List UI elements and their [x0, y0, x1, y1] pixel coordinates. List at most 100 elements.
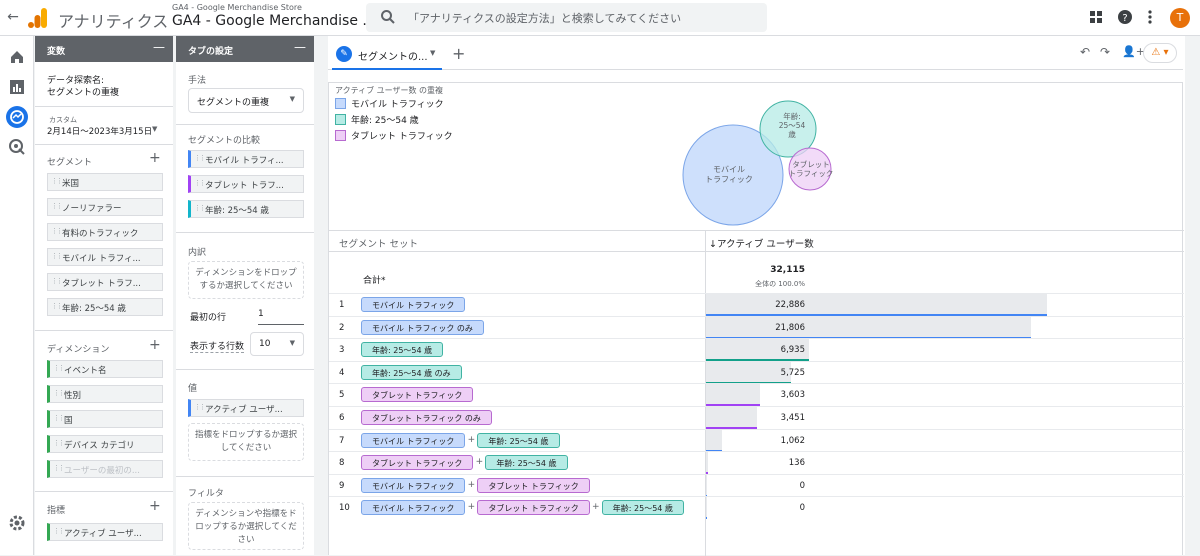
row-number: 6 — [339, 413, 345, 423]
table-row[interactable]: 4 年齢: 25～54 歳 のみ 5,725 — [329, 360, 1184, 384]
explore-icon[interactable] — [6, 106, 28, 128]
add-segment-icon[interactable]: + — [149, 150, 161, 166]
plus-operator: + — [467, 479, 476, 490]
segment-pill[interactable]: タブレット トラフィック — [477, 500, 590, 516]
table-row[interactable]: 8 タブレット トラフィック + 年齢: 25～54 歳 136 — [329, 451, 1184, 475]
dimension-chip[interactable]: イベント名 — [47, 360, 163, 378]
dimension-chip[interactable]: ユーザーの最初の... — [47, 460, 163, 478]
advertising-icon[interactable] — [8, 138, 26, 156]
home-icon[interactable] — [8, 48, 26, 66]
segment-set: モバイル トラフィック + タブレット トラフィック — [361, 477, 590, 494]
table-row[interactable]: 10 モバイル トラフィック + タブレット トラフィック + 年齢: 25～54 歳0 — [329, 496, 1184, 520]
segment-pill[interactable]: 年齢: 25～54 歳 のみ — [361, 364, 462, 380]
analytics-logo-icon[interactable] — [28, 7, 48, 29]
segment-chip[interactable]: 有料のトラフィック — [47, 223, 163, 241]
divider — [35, 144, 173, 145]
more-vert-icon[interactable] — [1142, 9, 1158, 25]
segment-chip[interactable]: ノーリファラー — [47, 198, 163, 216]
table-row[interactable]: 5 タブレット トラフィック 3,603 — [329, 383, 1184, 407]
segment-pill[interactable]: モバイル トラフィック — [361, 432, 466, 448]
show-rows-select[interactable]: 10 ▼ — [250, 332, 304, 356]
active-users-value: 22,886 — [775, 300, 805, 310]
undo-icon[interactable]: ↶ — [1080, 45, 1090, 59]
segment-pill[interactable]: 年齢: 25～54 歳 — [485, 455, 568, 471]
table-row[interactable]: 6 タブレット トラフィック のみ 3,451 — [329, 406, 1184, 429]
segment-pill[interactable]: タブレット トラフィック — [361, 455, 474, 471]
segment-pill[interactable]: タブレット トラフィック — [477, 477, 590, 493]
scrollbar[interactable] — [1185, 36, 1200, 555]
add-icon[interactable]: + — [452, 44, 465, 63]
segment-pill[interactable]: 年齢: 25～54 歳 — [361, 342, 444, 358]
values-drop-zone[interactable]: 指標をドロップするか選択してください — [188, 423, 304, 461]
app-name: アナリティクス — [58, 12, 169, 31]
show-rows-value: 10 — [259, 339, 271, 349]
segment-chip[interactable]: モバイル トラフィ... — [47, 248, 163, 266]
warning-icon[interactable]: ⚠ ▾ — [1143, 43, 1177, 63]
tab-segment-overlap[interactable]: ✎ セグメントの... ▼ — [332, 40, 442, 70]
chevron-down-icon[interactable]: ▼ — [430, 49, 435, 57]
minimize-button[interactable]: — — [294, 40, 306, 54]
venn-label-mobile-2: トラフィック — [705, 175, 753, 184]
technique-select[interactable]: セグメントの重複 ▼ — [188, 88, 304, 113]
avatar[interactable]: T — [1170, 8, 1190, 28]
exploration-name[interactable]: セグメントの重複 — [47, 85, 119, 98]
segment-pill[interactable]: モバイル トラフィック — [361, 477, 466, 493]
search-bar[interactable]: 「アナリティクスの設定方法」と検索してみてください — [366, 3, 767, 32]
column-header-segment[interactable]: セグメント セット — [339, 236, 418, 250]
column-header-active-users[interactable]: ↓アクティブ ユーザー数 — [709, 236, 814, 250]
add-dimension-icon[interactable]: + — [149, 337, 161, 353]
segment-pill[interactable]: タブレット トラフィック — [361, 387, 474, 403]
compare-segment-tablet[interactable]: タブレット トラフ... — [188, 175, 304, 193]
property-selector[interactable]: GA4 - Google Merchandise ... — [172, 13, 376, 29]
share-user-icon[interactable]: 👤+ — [1122, 45, 1145, 58]
segment-pill[interactable]: 年齢: 25～54 歳 — [601, 500, 684, 516]
segment-set: タブレット トラフィック + 年齢: 25～54 歳 — [361, 455, 568, 471]
segment-pill[interactable]: 年齢: 25～54 歳 — [477, 432, 560, 448]
edit-icon[interactable]: ✎ — [336, 46, 352, 62]
table-row[interactable]: 7 モバイル トラフィック + 年齢: 25～54 歳 1,062 — [329, 428, 1184, 452]
help-icon[interactable]: ? — [1117, 9, 1133, 25]
segment-set: モバイル トラフィック — [361, 297, 466, 313]
dimension-chip[interactable]: 性別 — [47, 385, 163, 403]
segment-chip[interactable]: タブレット トラフ... — [47, 273, 163, 291]
segment-pill[interactable]: モバイル トラフィック のみ — [361, 319, 484, 335]
segment-set: 年齢: 25～54 歳 — [361, 342, 444, 358]
total-value: 32,115 — [770, 265, 805, 275]
row-number: 9 — [339, 480, 345, 491]
values-metric-chip[interactable]: アクティブ ユーザ... — [188, 399, 304, 417]
property-account[interactable]: GA4 - Google Merchandise Store — [172, 3, 302, 12]
segment-compare-label: セグメントの比較 — [188, 136, 261, 146]
chevron-down-icon: ▼ — [289, 95, 295, 103]
table-header: セグメント セット ↓アクティブ ユーザー数 — [329, 230, 1184, 252]
dimension-chip[interactable]: デバイス カテゴリ — [47, 435, 163, 453]
start-row-input[interactable]: 1 — [258, 309, 304, 325]
table-row[interactable]: 3 年齢: 25～54 歳 6,935 — [329, 338, 1184, 362]
segment-chip[interactable]: 年齢: 25～54 歳 — [47, 298, 163, 316]
dimension-chip[interactable]: 国 — [47, 410, 163, 428]
search-icon — [381, 10, 395, 24]
breakdown-drop-zone[interactable]: ディメンションをドロップするか選択してください — [188, 261, 304, 299]
reports-icon[interactable] — [8, 78, 26, 96]
segment-chip[interactable]: 米国 — [47, 173, 163, 191]
table-row[interactable]: 9 モバイル トラフィック + タブレット トラフィック 0 — [329, 473, 1184, 497]
table-row[interactable]: 1 モバイル トラフィック 22,886 — [329, 293, 1184, 316]
tab-settings-panel-title: タブの設定 — [188, 47, 234, 57]
segment-pill[interactable]: タブレット トラフィック のみ — [361, 410, 492, 425]
chevron-down-icon[interactable]: ▼ — [152, 125, 157, 133]
svg-text:?: ? — [1122, 13, 1127, 24]
apps-grid-icon[interactable] — [1088, 9, 1104, 25]
redo-icon[interactable]: ↷ — [1100, 45, 1110, 59]
date-range[interactable]: 2月14日～2023年3月15日 — [47, 125, 152, 137]
arrow-back-icon[interactable]: ← — [4, 8, 22, 26]
minimize-button[interactable]: — — [153, 40, 165, 54]
active-users-value: 21,806 — [775, 322, 805, 333]
metric-chip[interactable]: アクティブ ユーザ... — [47, 523, 163, 541]
filter-drop-zone[interactable]: ディメンションや指標をドロップするか選択してください — [188, 502, 304, 550]
segment-pill[interactable]: モバイル トラフィック — [361, 500, 466, 516]
settings-icon[interactable] — [8, 514, 26, 532]
segment-pill[interactable]: モバイル トラフィック — [361, 297, 466, 312]
table-row[interactable]: 2 モバイル トラフィック のみ 21,806 — [329, 315, 1184, 339]
compare-segment-age[interactable]: 年齢: 25～54 歳 — [188, 200, 304, 218]
compare-segment-mobile[interactable]: モバイル トラフィ... — [188, 150, 304, 168]
add-metric-icon[interactable]: + — [149, 498, 161, 514]
